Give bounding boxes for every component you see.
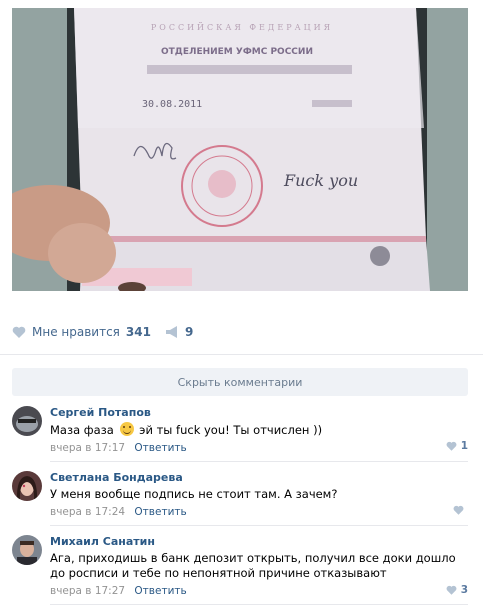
comment-like-count: 1 [460, 440, 468, 452]
passport-header-text: РОССИЙСКАЯ ФЕДЕРАЦИЯ [151, 23, 333, 32]
comment-like-button[interactable]: 1 [446, 440, 468, 452]
comment-like-button[interactable] [453, 505, 468, 515]
comment-time[interactable]: вчера в 17:17 [50, 442, 125, 454]
comment-author[interactable]: Михаил Санатин [50, 535, 468, 549]
hide-comments-button[interactable]: Скрыть комментарии [12, 368, 468, 396]
avatar[interactable] [12, 471, 42, 501]
comment-meta: вчера в 17:24 Ответить [50, 505, 468, 519]
comment-item: Светлана Бондарева У меня вообще подпись… [12, 471, 468, 521]
reply-button[interactable]: Ответить [134, 442, 186, 454]
post-photo[interactable]: РОССИЙСКАЯ ФЕДЕРАЦИЯ ОТДЕЛЕНИЕМ УФМС РОС… [12, 8, 468, 291]
passport-photo-illustration: РОССИЙСКАЯ ФЕДЕРАЦИЯ ОТДЕЛЕНИЕМ УФМС РОС… [12, 8, 468, 291]
comment-divider [50, 461, 468, 462]
comment-meta: вчера в 17:17 Ответить [50, 441, 468, 455]
comment-divider [50, 525, 468, 526]
comment-divider [50, 604, 468, 605]
like-count: 341 [125, 325, 151, 339]
comment-text-part: эй ты fuck you! Ты отчислен )) [139, 423, 323, 437]
comment-like-count: 3 [460, 584, 468, 596]
share-count: 9 [184, 325, 194, 339]
comment-text: У меня вообще подпись не стоит там. А за… [50, 487, 338, 501]
avatar[interactable] [12, 535, 42, 565]
comment-text-part: Маза фаза [50, 423, 114, 437]
passport-signature-text: Fuck you [283, 171, 358, 190]
avatar-image [12, 406, 42, 436]
comment-item: Сергей Потапов Маза фаза эй ты fuck you!… [12, 406, 468, 456]
comment-like-button[interactable]: 3 [446, 584, 468, 596]
like-button[interactable]: Мне нравится 341 [12, 325, 151, 339]
comment-time[interactable]: вчера в 17:27 [50, 585, 125, 597]
share-button[interactable]: 9 [165, 325, 193, 339]
passport-date-text: 30.08.2011 [142, 99, 202, 110]
heart-icon [12, 326, 26, 338]
comment-text: Маза фаза эй ты fuck you! Ты отчислен )) [50, 422, 468, 438]
post-actions: Мне нравится 341 9 [12, 322, 193, 342]
avatar[interactable] [12, 406, 42, 436]
comment-meta: вчера в 17:27 Ответить [50, 584, 468, 598]
heart-icon [446, 441, 457, 451]
comment-author[interactable]: Сергей Потапов [50, 406, 468, 420]
reply-button[interactable]: Ответить [134, 585, 186, 597]
comment-text: Ага, приходишь в банк депозит открыть, п… [50, 551, 456, 580]
passport-issuer-text: ОТДЕЛЕНИЕМ УФМС РОССИИ [161, 47, 313, 57]
divider [0, 354, 483, 355]
heart-icon [453, 505, 464, 515]
avatar-image [12, 471, 42, 501]
comment-time[interactable]: вчера в 17:24 [50, 506, 125, 518]
comment-item: Михаил Санатин Ага, приходишь в банк деп… [12, 535, 468, 601]
comment-author[interactable]: Светлана Бондарева [50, 471, 468, 485]
reply-button[interactable]: Ответить [134, 506, 186, 518]
smile-emoji-icon [119, 422, 134, 436]
megaphone-icon [165, 326, 177, 338]
avatar-image [12, 535, 42, 565]
like-label: Мне нравится [32, 325, 120, 339]
heart-icon [446, 585, 457, 595]
